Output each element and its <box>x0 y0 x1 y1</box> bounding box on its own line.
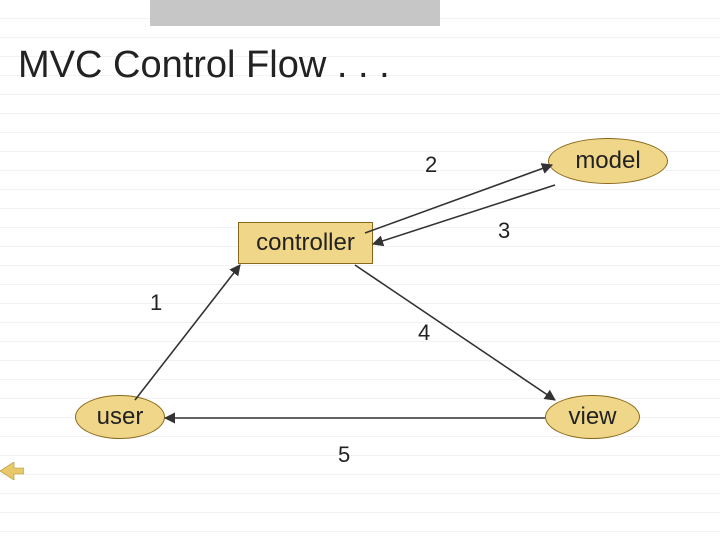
diagram-stage: model controller user view 1 2 3 4 5 <box>0 0 720 540</box>
arrow-layer <box>0 0 720 540</box>
corner-accent-icon <box>0 462 24 480</box>
